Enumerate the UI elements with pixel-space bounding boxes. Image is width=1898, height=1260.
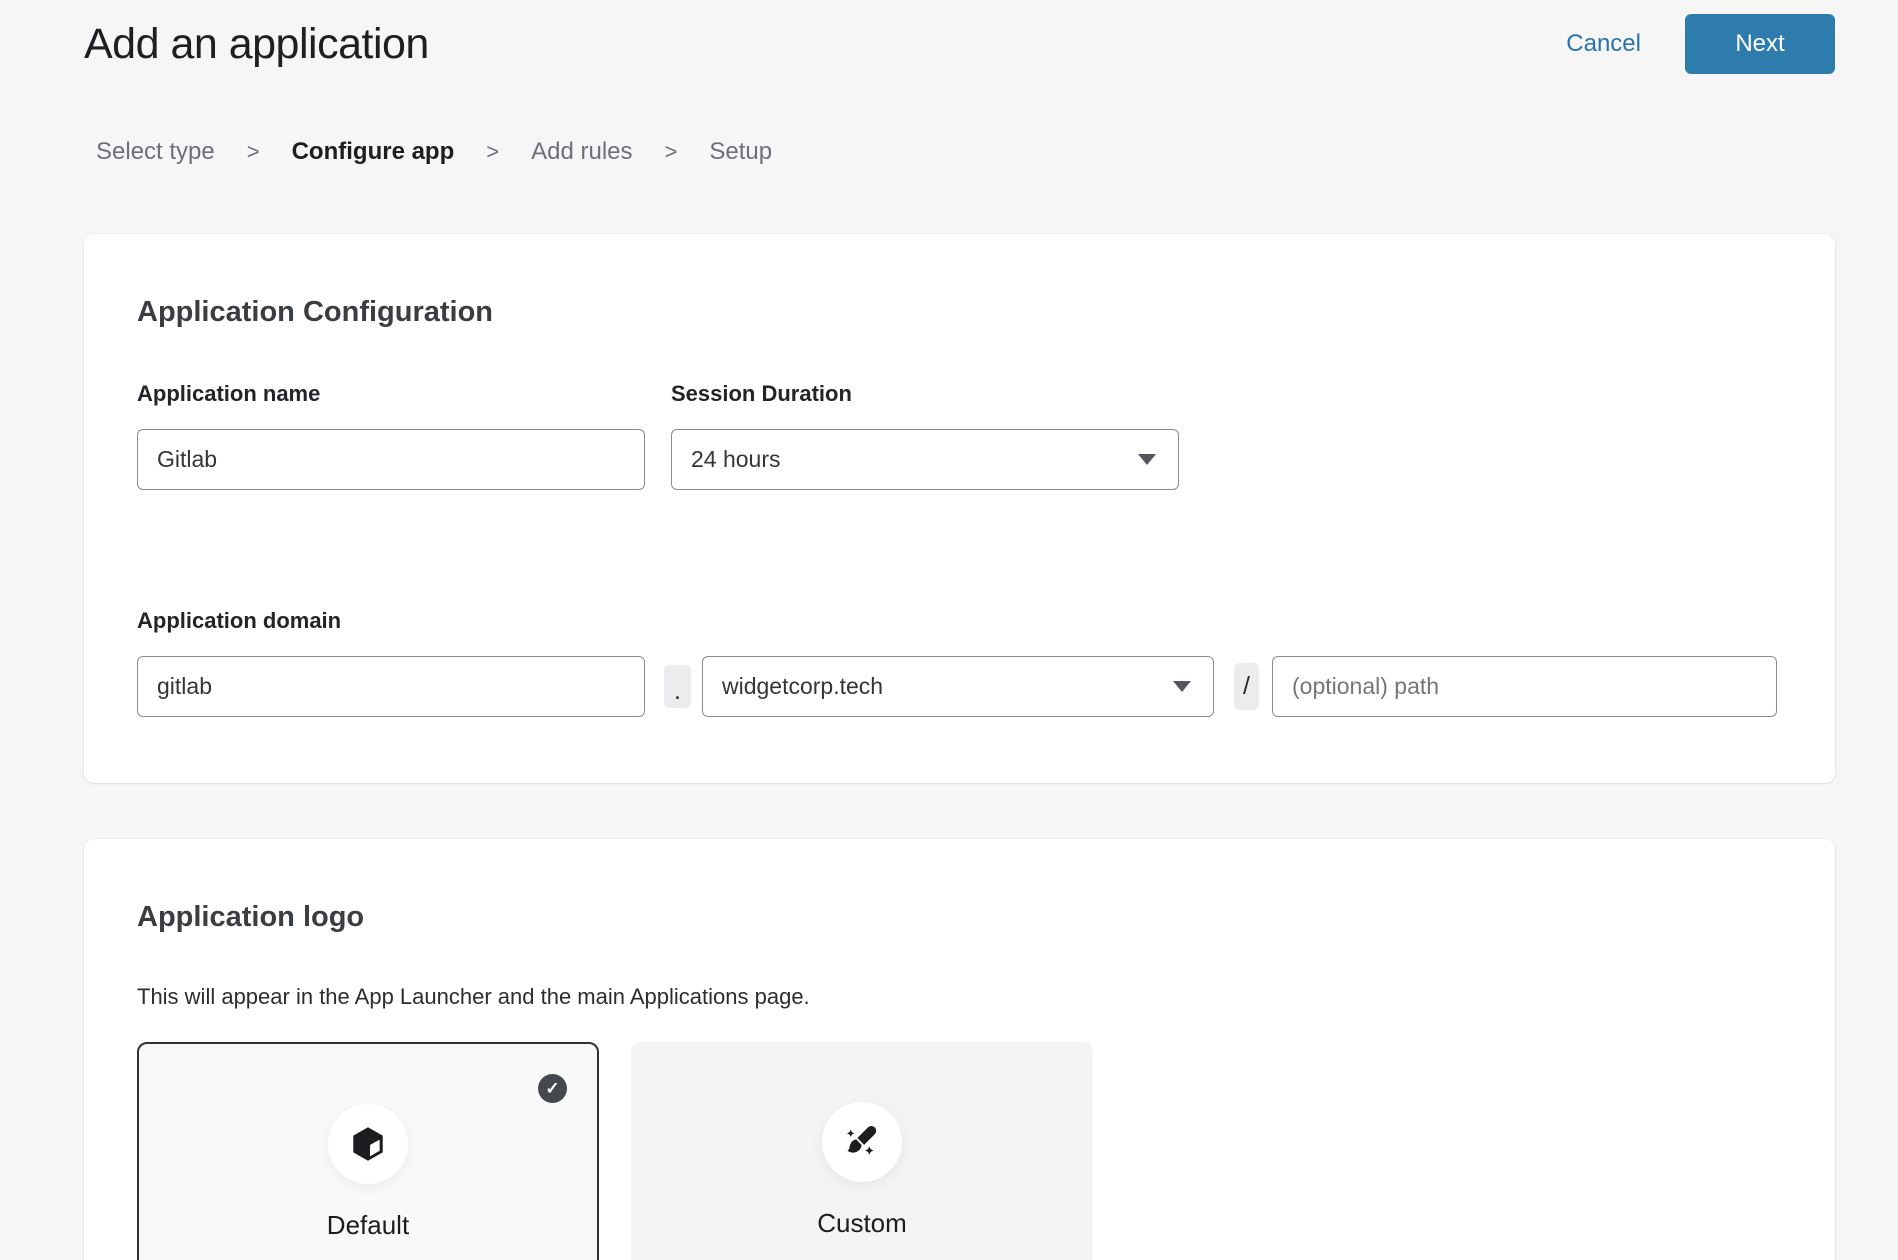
dot-separator: . <box>664 665 691 708</box>
application-domain-row: . widgetcorp.tech / <box>137 656 1777 717</box>
name-duration-row: Application name Session Duration 24 hou… <box>137 381 1777 490</box>
breadcrumb-separator: > <box>247 139 260 165</box>
domain-select[interactable]: widgetcorp.tech <box>702 656 1214 717</box>
breadcrumb-select-type[interactable]: Select type <box>96 138 215 166</box>
session-duration-select[interactable]: 24 hours <box>671 429 1179 490</box>
session-duration-field-group: Session Duration 24 hours <box>671 381 1179 490</box>
cancel-button[interactable]: Cancel <box>1566 30 1641 58</box>
cube-icon <box>347 1123 389 1165</box>
application-name-label: Application name <box>137 381 645 407</box>
application-name-field-group: Application name <box>137 381 645 490</box>
breadcrumb-separator: > <box>665 139 678 165</box>
breadcrumb-setup[interactable]: Setup <box>709 138 772 166</box>
application-domain-field-group: Application domain . widgetcorp.tech / <box>137 608 1777 717</box>
logo-section-title: Application logo <box>137 901 1777 934</box>
application-domain-label: Application domain <box>137 608 1777 634</box>
breadcrumb-add-rules[interactable]: Add rules <box>531 138 632 166</box>
chevron-down-icon <box>1138 454 1156 465</box>
logo-option-label: Default <box>139 1210 597 1241</box>
logo-option-default[interactable]: ✓ Default <box>137 1042 599 1260</box>
breadcrumb: Select type > Configure app > Add rules … <box>96 138 1898 166</box>
logo-option-custom[interactable]: Custom <box>631 1042 1093 1260</box>
logo-options: ✓ Default Custom <box>137 1042 1777 1260</box>
application-logo-card: Application logo This will appear in the… <box>84 839 1835 1260</box>
chevron-down-icon <box>1173 681 1191 692</box>
configuration-section-title: Application Configuration <box>137 296 1777 329</box>
custom-logo-circle <box>822 1102 902 1182</box>
subdomain-input[interactable] <box>137 656 645 717</box>
path-input[interactable] <box>1272 656 1777 717</box>
header-actions: Cancel Next <box>1566 14 1835 74</box>
breadcrumb-configure-app[interactable]: Configure app <box>292 138 455 166</box>
slash-separator: / <box>1234 663 1259 710</box>
default-logo-circle <box>328 1104 408 1184</box>
next-button[interactable]: Next <box>1685 14 1835 74</box>
logo-description: This will appear in the App Launcher and… <box>137 984 1777 1010</box>
breadcrumb-separator: > <box>486 139 499 165</box>
logo-option-label: Custom <box>631 1208 1093 1239</box>
application-name-input[interactable] <box>137 429 645 490</box>
paintbrush-icon <box>842 1122 882 1162</box>
page-title: Add an application <box>84 20 429 69</box>
domain-select-value: widgetcorp.tech <box>722 673 883 700</box>
selected-check-icon: ✓ <box>538 1074 567 1103</box>
application-configuration-card: Application Configuration Application na… <box>84 234 1835 783</box>
session-duration-value: 24 hours <box>691 446 781 473</box>
page-header: Add an application Cancel Next <box>0 0 1898 74</box>
session-duration-label: Session Duration <box>671 381 1179 407</box>
